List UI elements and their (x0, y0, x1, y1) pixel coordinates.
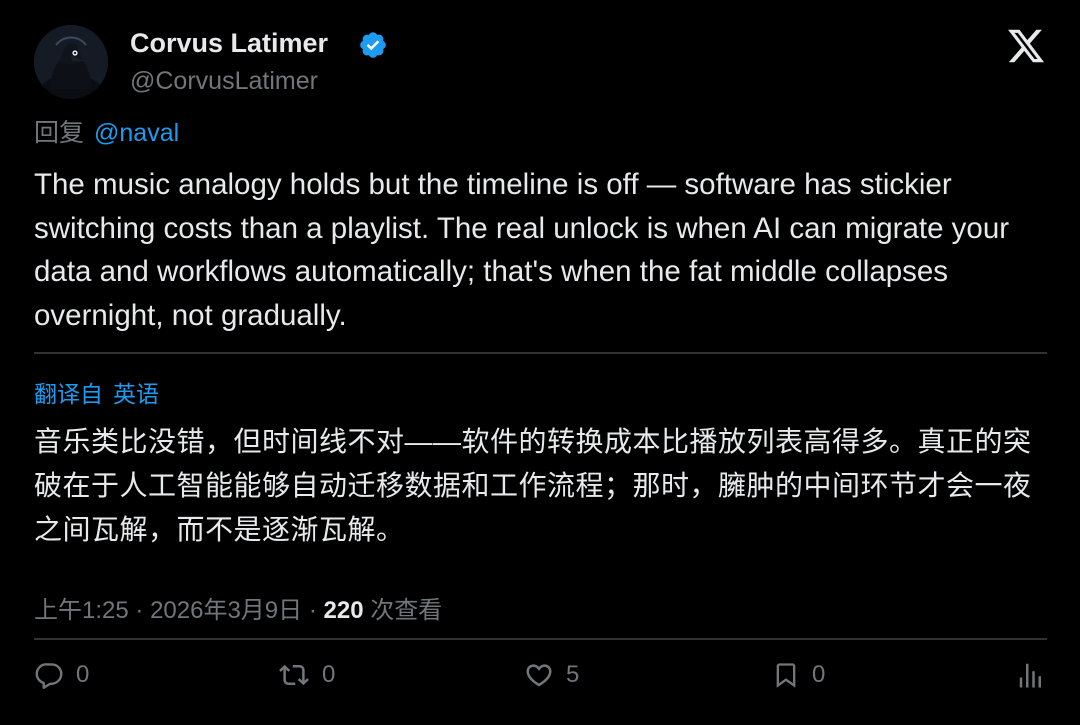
verified-badge-icon (360, 32, 386, 58)
views-label: 次查看 (370, 597, 443, 624)
meta-separator: · (308, 597, 317, 624)
reply-mention-link[interactable]: @naval (94, 119, 179, 147)
translation-divider (34, 352, 1047, 354)
bookmark-button[interactable]: 0 (772, 652, 825, 698)
like-count: 5 (566, 661, 580, 688)
reply-prefix: 回复 (34, 119, 85, 147)
actions-divider (34, 638, 1047, 640)
tweet-date[interactable]: 2026年3月9日 (150, 597, 302, 624)
action-bar: 0 0 5 0 (0, 652, 1080, 698)
translated-from-label: 翻译自 (34, 381, 103, 407)
author-handle[interactable]: @CorvusLatimer (130, 67, 318, 96)
tweet-meta: 上午1:25 · 2026年3月9日 · 220 次查看 (34, 590, 442, 625)
tweet-text: The music analogy holds but the timeline… (34, 168, 1010, 332)
tweet-card: Corvus Latimer @CorvusLatimer 回复 @naval T… (0, 0, 1080, 725)
translated-from-language: 英语 (113, 381, 159, 407)
views-count: 220 (323, 597, 364, 624)
reply-icon (35, 663, 63, 689)
translated-from[interactable]: 翻译自 英语 (34, 375, 159, 409)
retweet-icon (279, 664, 309, 686)
author-display-name[interactable]: Corvus Latimer (130, 28, 328, 59)
retweet-count: 0 (322, 661, 336, 688)
analytics-button[interactable] (1016, 652, 1046, 698)
reply-count: 0 (76, 661, 90, 688)
reply-button[interactable]: 0 (34, 652, 89, 698)
avatar-image (34, 25, 108, 99)
avatar[interactable] (34, 25, 108, 99)
retweet-button[interactable]: 0 (278, 652, 335, 698)
meta-separator: · (135, 597, 144, 624)
bookmark-count: 0 (812, 661, 826, 688)
x-logo-icon (1008, 29, 1045, 63)
translation-text: 音乐类比没错，但时间线不对——软件的转换成本比播放列表高得多。真正的突破在于人工… (34, 426, 1032, 545)
like-button[interactable]: 5 (524, 652, 579, 698)
analytics-icon (1019, 663, 1041, 688)
heart-icon (526, 664, 552, 687)
reply-context: 回复 @naval (34, 113, 179, 149)
bookmark-icon (776, 663, 796, 688)
tweet-time[interactable]: 上午1:25 (34, 597, 129, 624)
